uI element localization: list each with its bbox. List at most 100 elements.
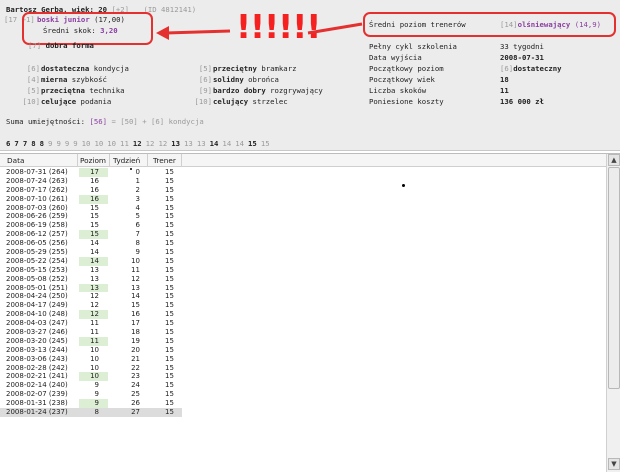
scale-number: 12 — [158, 139, 168, 148]
table-row[interactable]: 2008-02-07 (239) 9 25 15 — [0, 390, 182, 399]
scroll-up-button[interactable]: ▲ — [608, 154, 620, 166]
table-row[interactable]: 2008-06-12 (257) 15 7 15 — [0, 230, 182, 240]
table-row[interactable]: 2008-05-01 (251) 13 13 15 — [0, 283, 182, 293]
cell-date: 2008-05-22 (254) — [6, 256, 68, 265]
table-row[interactable]: 2008-03-20 (245) 11 19 15 — [0, 336, 182, 346]
vertical-scrollbar[interactable]: ▲ ▼ — [606, 154, 620, 472]
cell-date: 2008-06-12 (257) — [6, 230, 68, 239]
cell-level: 10 — [90, 363, 99, 372]
table-row[interactable]: 2008-05-15 (253) 13 11 15 — [0, 266, 182, 275]
table-row[interactable]: 2008-07-03 (260) 15 4 15 — [0, 204, 182, 213]
cell-trainer: 15 — [165, 194, 174, 203]
cell-level: 10 — [90, 345, 99, 354]
form-text: dobra forma — [45, 41, 94, 50]
table-row[interactable]: 2008-02-28 (242) 10 22 15 — [0, 364, 182, 373]
cell-date: 2008-06-19 (258) — [6, 221, 68, 230]
scroll-down-button[interactable]: ▼ — [608, 458, 620, 470]
scale-number: 8 — [39, 139, 45, 148]
cell-trainer: 15 — [165, 248, 174, 257]
scale-number: 7 — [14, 139, 19, 148]
table-row[interactable]: 2008-07-17 (262) 16 2 15 — [0, 186, 182, 195]
cell-date: 2008-04-24 (250) — [6, 292, 68, 301]
table-row[interactable]: 2008-07-31 (264) 17 0 15 — [0, 168, 182, 177]
summary-breakdown: = [50] + [6] kondycja — [111, 117, 204, 126]
cell-level: 17 — [79, 168, 108, 177]
cell-trainer: 15 — [165, 390, 174, 399]
cell-trainer: 15 — [165, 292, 174, 301]
cell-week: 14 — [131, 292, 140, 301]
table-row[interactable]: 2008-06-05 (256) 14 8 15 — [0, 239, 182, 248]
table-row[interactable]: 2008-02-14 (240) 9 24 15 — [0, 381, 182, 390]
table-row[interactable]: 2008-03-13 (244) 10 20 15 — [0, 346, 182, 355]
table-row[interactable]: 2008-05-22 (254) 14 10 15 — [0, 256, 182, 266]
cell-week: 2 — [135, 185, 140, 194]
cell-level: 13 — [90, 265, 99, 274]
header-week[interactable]: Tydzień — [113, 156, 140, 165]
scale-number: 10 — [107, 139, 117, 148]
cell-level: 15 — [79, 230, 108, 240]
skill-level: [6] — [26, 64, 40, 73]
table-row[interactable]: 2008-07-10 (261) 16 3 15 — [0, 194, 182, 204]
cell-level: 14 — [90, 239, 99, 248]
table-row[interactable]: 2008-04-24 (250) 12 14 15 — [0, 292, 182, 301]
cell-week: 10 — [131, 256, 140, 265]
cell-date: 2008-05-15 (253) — [6, 265, 68, 274]
cell-level: 16 — [90, 176, 99, 185]
skill-level: [10] — [22, 97, 40, 106]
table-row[interactable]: 2008-05-29 (255) 14 9 15 — [0, 248, 182, 257]
header-date[interactable]: Data — [7, 156, 24, 165]
scale-number: 15 — [260, 139, 270, 148]
scale-number: 14 — [222, 139, 232, 148]
skill-level: [5] — [26, 86, 40, 95]
cell-week: 13 — [131, 283, 140, 292]
table-row[interactable]: 2008-06-19 (258) 15 6 15 — [0, 221, 182, 230]
table-row[interactable]: 2008-01-31 (238) 9 26 15 — [0, 399, 182, 409]
table-row[interactable]: 2008-05-08 (252) 13 12 15 — [0, 275, 182, 284]
cell-date: 2008-05-08 (252) — [6, 274, 68, 283]
table-row[interactable]: 2008-03-27 (246) 11 18 15 — [0, 328, 182, 337]
cell-level: 9 — [94, 381, 99, 390]
cell-date: 2008-03-20 (245) — [6, 336, 68, 345]
scale-number: 10 — [94, 139, 104, 148]
cell-week: 7 — [135, 230, 140, 239]
table-row[interactable]: 2008-03-06 (243) 10 21 15 — [0, 355, 182, 364]
scale-number: 8 — [31, 139, 36, 148]
table-row[interactable]: 2008-04-17 (249) 12 15 15 — [0, 301, 182, 310]
table-row[interactable]: 2008-01-24 (237) 8 27 15 — [0, 408, 182, 417]
header-level[interactable]: Poziom — [80, 156, 106, 165]
info-label: Poniesione koszty — [369, 97, 444, 106]
cell-trainer: 15 — [165, 283, 174, 292]
cell-week: 3 — [135, 194, 140, 203]
table-row[interactable]: 2008-06-26 (259) 15 5 15 — [0, 212, 182, 221]
table-row[interactable]: 2008-02-21 (241) 10 23 15 — [0, 372, 182, 382]
cell-date: 2008-02-07 (239) — [6, 390, 68, 399]
cell-week: 6 — [135, 221, 140, 230]
cell-level: 9 — [79, 399, 108, 409]
cell-date: 2008-07-24 (263) — [6, 176, 68, 185]
scale-number: 13 — [171, 139, 181, 148]
table-row[interactable]: 2008-04-03 (247) 11 17 15 — [0, 319, 182, 328]
skill-level: [4] — [26, 75, 40, 84]
skill-name: podania — [76, 97, 112, 106]
cell-week: 17 — [131, 319, 140, 328]
header-trainer[interactable]: Trener — [153, 156, 176, 165]
table-row[interactable]: 2008-04-10 (248) 12 16 15 — [0, 310, 182, 320]
info-label: Liczba skoków — [369, 86, 427, 95]
cell-trainer: 15 — [165, 354, 174, 363]
info-value: 18 — [500, 75, 509, 84]
skill-name: strzelec — [248, 97, 288, 106]
table-row[interactable]: 2008-07-24 (263) 16 1 15 — [0, 177, 182, 186]
cell-week: 26 — [131, 399, 140, 408]
cell-week: 19 — [131, 336, 140, 345]
skill-text: dostateczna kondycja — [41, 64, 129, 73]
cell-trainer: 15 — [165, 176, 174, 185]
cell-trainer: 15 — [165, 301, 174, 310]
cell-week: 27 — [131, 408, 140, 417]
scale-number: 9 — [48, 139, 53, 148]
cell-trainer: 15 — [165, 399, 174, 408]
skill-name: szybkość — [67, 75, 107, 84]
info-text: 2008-07-31 — [500, 53, 544, 62]
scale-number: 9 — [73, 139, 78, 148]
skill-level: [5] — [198, 64, 212, 73]
scroll-thumb[interactable] — [608, 167, 620, 389]
